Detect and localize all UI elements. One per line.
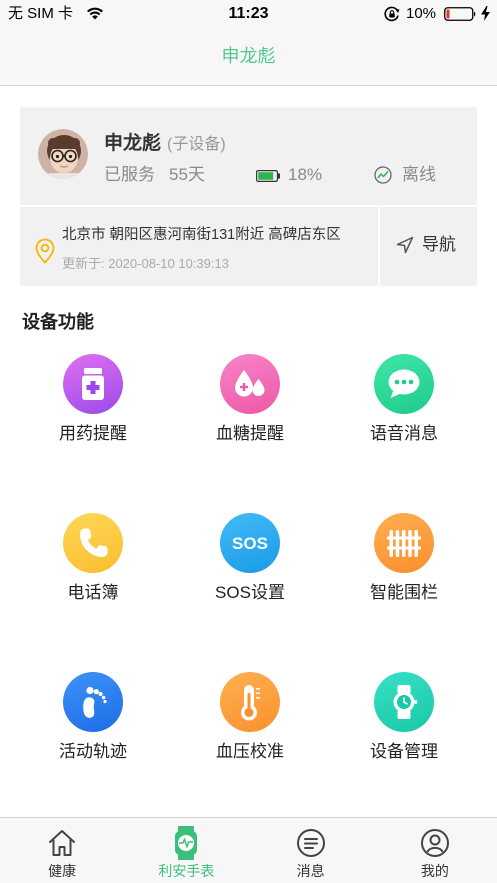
tab-messages[interactable]: 消息 [249, 818, 373, 883]
footprint-icon [63, 672, 123, 732]
watch-icon [374, 672, 434, 732]
function-label: 用药提醒 [59, 424, 127, 443]
section-title: 设备功能 [22, 312, 94, 332]
served-label: 已服务 [104, 165, 155, 184]
navigate-label: 导航 [422, 235, 456, 254]
phone-icon [63, 513, 123, 573]
fence-icon [374, 513, 434, 573]
chat-bubble-icon [374, 354, 434, 414]
tab-watch[interactable]: 利安手表 [124, 818, 248, 883]
charging-bolt-icon [481, 6, 490, 26]
function-activity-track[interactable]: 活动轨迹 [15, 672, 171, 762]
device-info-card[interactable]: 申龙彪 (子设备) 已服务 55天 18% 离线 [20, 107, 477, 205]
function-voice-message[interactable]: 语音消息 [326, 354, 482, 444]
home-icon [45, 826, 79, 860]
device-name-row: 申龙彪 (子设备) [104, 132, 226, 157]
tab-label: 我的 [420, 863, 449, 879]
location-pin-icon [35, 238, 55, 269]
battery-icon [256, 169, 280, 187]
rotation-lock-icon [384, 6, 400, 27]
function-label: 电话簿 [67, 583, 119, 602]
thermometer-icon [220, 672, 280, 732]
tab-label: 消息 [296, 863, 325, 879]
tab-me[interactable]: 我的 [373, 818, 497, 883]
medicine-bottle-icon [63, 354, 123, 414]
function-sos-settings[interactable]: SOS SOS设置 [172, 513, 328, 603]
function-label: 活动轨迹 [59, 742, 127, 761]
watch-icon [169, 826, 203, 860]
tab-label: 健康 [48, 863, 77, 879]
served-days: 55天 [169, 165, 205, 184]
battery-low-icon [444, 7, 477, 26]
sos-icon: SOS [220, 513, 280, 573]
function-label: 语音消息 [370, 424, 438, 443]
profile-icon [418, 826, 452, 860]
device-battery: 18% [288, 165, 323, 184]
battery-percent: 10% [406, 5, 437, 22]
offline-status-icon [374, 166, 392, 189]
page-title: 申龙彪 [221, 46, 276, 66]
device-status: 离线 [402, 165, 436, 184]
avatar [38, 129, 88, 179]
device-type: (子设备) [167, 136, 226, 153]
location-card: 北京市 朝阳区惠河南街131附近 高碑店东区 更新于: 2020-08-10 1… [20, 207, 477, 286]
bottom-tab-bar: 健康 利安手表 消息 我的 [0, 817, 497, 883]
app-screen: 无 SIM 卡 11:23 10% 申龙彪 申龙彪 (子设备) 已服务 55天 … [0, 0, 497, 883]
tab-health[interactable]: 健康 [0, 818, 124, 883]
function-medicine-reminder[interactable]: 用药提醒 [15, 354, 171, 444]
function-label: 设备管理 [370, 742, 438, 761]
navigate-button[interactable]: 导航 [380, 207, 477, 286]
device-name: 申龙彪 [104, 133, 162, 154]
sos-icon-text: SOS [232, 534, 268, 553]
location-updated-time: 更新于: 2020-08-10 10:39:13 [62, 256, 229, 271]
function-label: 血糖提醒 [216, 424, 284, 443]
function-label: 血压校准 [216, 742, 284, 761]
function-phonebook[interactable]: 电话簿 [15, 513, 171, 603]
message-icon [294, 826, 328, 860]
function-label: 智能围栏 [370, 583, 438, 602]
function-label: SOS设置 [215, 583, 285, 602]
function-smart-fence[interactable]: 智能围栏 [326, 513, 482, 603]
function-device-management[interactable]: 设备管理 [326, 672, 482, 762]
header: 无 SIM 卡 11:23 10% 申龙彪 [0, 0, 497, 86]
tab-label: 利安手表 [158, 863, 215, 879]
function-bp-calibration[interactable]: 血压校准 [172, 672, 328, 762]
location-address: 北京市 朝阳区惠河南街131附近 高碑店东区 [62, 227, 341, 243]
function-glucose-reminder[interactable]: 血糖提醒 [172, 354, 328, 444]
blood-drops-icon [220, 354, 280, 414]
navigation-arrow-icon [396, 236, 414, 259]
